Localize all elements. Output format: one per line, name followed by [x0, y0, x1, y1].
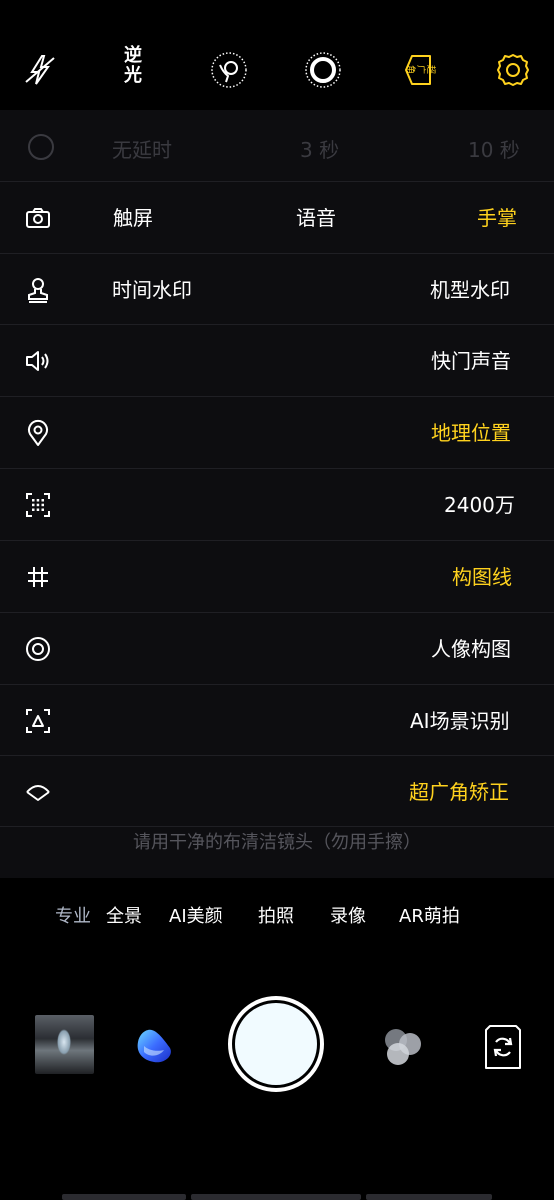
- ai-scene-label: AI场景识别: [410, 709, 510, 733]
- model-watermark-toggle[interactable]: 机型水印: [430, 277, 510, 303]
- mode-pro[interactable]: 专业: [55, 904, 91, 930]
- mode-photo[interactable]: 拍照: [258, 904, 294, 930]
- ai-scene-row[interactable]: AI场景识别: [0, 684, 554, 757]
- timer-row: 无延时 3 秒 10 秒: [0, 110, 554, 182]
- speaker-icon: [24, 347, 52, 375]
- grid-lines-label: 构图线: [452, 565, 512, 589]
- portrait-composition-label: 人像构图: [431, 637, 511, 661]
- stamp-icon: [24, 276, 52, 304]
- resolution-row[interactable]: 2400万: [0, 468, 554, 541]
- grid-icon: [24, 563, 52, 591]
- shutter-inner: [235, 1003, 317, 1085]
- grid-lines-row[interactable]: 构图线: [0, 540, 554, 613]
- divider: [0, 826, 554, 827]
- ai-scene-icon: [24, 707, 52, 735]
- touch-option[interactable]: 触屏: [113, 205, 153, 231]
- location-icon: [24, 419, 52, 447]
- lens-cleaning-hint: 请用干净的布清洁镜头（勿用手擦）: [133, 832, 421, 853]
- flash-off-icon[interactable]: [14, 44, 66, 96]
- nav-segment[interactable]: [366, 1194, 492, 1200]
- camera-icon: [24, 204, 52, 232]
- timer-3s-option[interactable]: 3 秒: [300, 134, 339, 163]
- time-watermark-toggle[interactable]: 时间水印: [112, 277, 192, 303]
- resolution-icon: [24, 491, 52, 519]
- gallery-thumbnail[interactable]: [35, 1015, 94, 1074]
- mode-video[interactable]: 录像: [330, 904, 366, 930]
- mode-ar-cute[interactable]: AR萌拍: [399, 904, 460, 930]
- gear-icon[interactable]: [487, 44, 539, 96]
- ultra-wide-correction-label: 超广角矫正: [409, 780, 509, 804]
- switch-camera-icon[interactable]: [484, 1024, 522, 1070]
- watermark-row: 时间水印 机型水印: [0, 253, 554, 326]
- ultra-wide-correction-icon: [24, 778, 52, 806]
- nav-segment[interactable]: [62, 1194, 186, 1200]
- effects-circles-icon[interactable]: [380, 1024, 426, 1070]
- backlight-label: 逆光: [124, 45, 142, 86]
- shutter-sound-label: 快门声音: [431, 349, 511, 373]
- mode-selector: 专业 全景 AI美颜 拍照 录像 AR萌拍: [0, 904, 554, 934]
- mode-ai-beauty[interactable]: AI美颜: [169, 904, 223, 930]
- mode-panorama[interactable]: 全景: [106, 904, 142, 930]
- location-row[interactable]: 地理位置: [0, 396, 554, 469]
- shutter-button[interactable]: [228, 996, 324, 1092]
- backlight-toggle[interactable]: 逆光: [110, 44, 162, 96]
- bottom-controls: [0, 990, 554, 1110]
- resolution-label: 2400万: [444, 493, 515, 517]
- capture-method-row: 触屏 语音 手掌: [0, 181, 554, 254]
- portrait-composition-row[interactable]: 人像构图: [0, 612, 554, 685]
- beauty-blob-icon[interactable]: [134, 1026, 174, 1066]
- palm-option[interactable]: 手掌: [477, 205, 517, 231]
- voice-option[interactable]: 语音: [296, 205, 336, 231]
- ultra-wide-label: 超广角: [405, 65, 435, 75]
- system-nav-bar: [0, 1194, 554, 1200]
- ultra-wide-button[interactable]: 超广角: [392, 44, 444, 96]
- timer-off-option[interactable]: 无延时: [112, 134, 172, 163]
- timer-icon: [28, 134, 54, 160]
- shutter-sound-row[interactable]: 快门声音: [0, 324, 554, 397]
- portrait-composition-icon: [24, 635, 52, 663]
- ultra-wide-correction-row[interactable]: 超广角矫正: [0, 755, 554, 828]
- location-label: 地理位置: [431, 421, 511, 445]
- filter-icon[interactable]: [203, 44, 255, 96]
- live-photo-icon[interactable]: [297, 44, 349, 96]
- nav-segment[interactable]: [191, 1194, 361, 1200]
- settings-panel: 无延时 3 秒 10 秒 触屏 语音 手掌 时间水印 机型水印 快门声音 地理位…: [0, 110, 554, 878]
- timer-10s-option[interactable]: 10 秒: [468, 134, 520, 163]
